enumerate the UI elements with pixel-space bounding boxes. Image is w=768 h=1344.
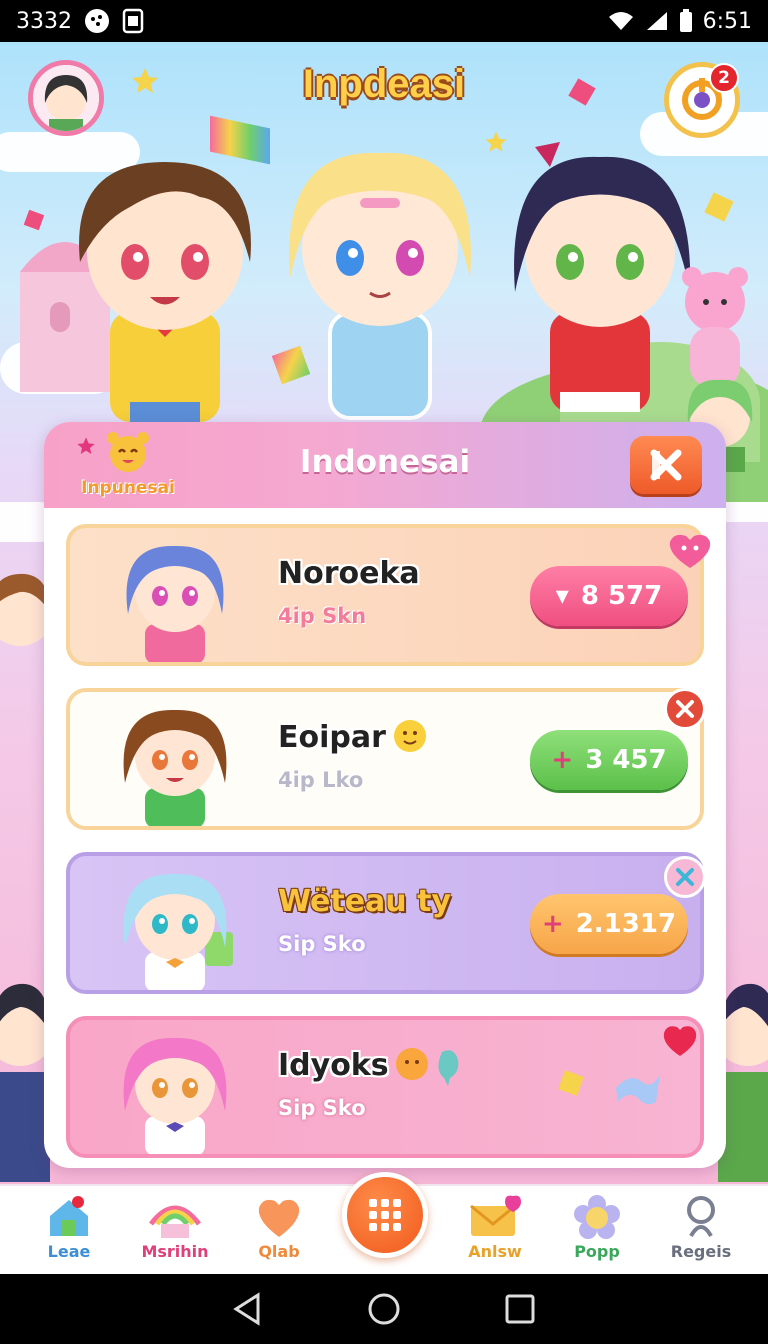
pink-heart-face-icon [669, 534, 711, 568]
nav-item-home[interactable]: Leae [24, 1192, 114, 1261]
panel-logo-text: Inpunesai [81, 478, 175, 498]
nav-label: Regeis [670, 1242, 732, 1261]
list-item[interactable]: Noroeka 4ip Skn ▾ 8 577 [66, 524, 711, 666]
card-subtitle: Sip Sko [278, 1096, 366, 1120]
side-character [0, 573, 50, 646]
character-portrait [123, 1037, 227, 1154]
list-item[interactable]: Eoipar 4ip Lko + 3 457 [66, 688, 706, 830]
signal-icon [645, 10, 669, 32]
confetti [558, 1070, 584, 1096]
card-subtitle: Sip Sko [278, 932, 366, 956]
nav-item-mail[interactable]: Anlsw [450, 1192, 540, 1261]
status-time: 6:51 [702, 8, 752, 34]
search-icon [656, 1192, 746, 1242]
recents-icon[interactable] [502, 1291, 538, 1327]
list-item[interactable]: Wëteau ty Sip Sko + 2.1317 [66, 852, 706, 994]
app-title: Inpdeasi [302, 62, 466, 106]
score-pill[interactable]: + 2.1317 [530, 894, 688, 954]
card-name: Idyoks [278, 1048, 389, 1083]
battery-icon [679, 9, 693, 33]
system-nav-bar [0, 1274, 768, 1344]
side-character [0, 983, 50, 1182]
pill-icon: ▾ [555, 581, 569, 611]
nav-label: Qlab [258, 1242, 300, 1261]
nav-item-heart[interactable]: Qlab [234, 1192, 324, 1261]
panel-header: Inpunesai Indonesai [44, 422, 726, 508]
home-icon[interactable] [366, 1291, 402, 1327]
status-left-text: 3332 [16, 8, 72, 34]
grid-icon [369, 1199, 401, 1231]
wifi-icon [607, 10, 635, 32]
card-name: Eoipar [278, 720, 386, 755]
center-menu-button[interactable] [342, 1172, 428, 1258]
panel-title: Indonesai [299, 444, 471, 480]
emoji-stickers-icon [396, 1048, 459, 1086]
nav-item-flower[interactable]: Popp [552, 1192, 642, 1261]
nav-label: Msrihin [141, 1242, 209, 1261]
house-icon [24, 1192, 114, 1242]
status-bar: 3332 6:51 [0, 0, 768, 42]
nav-label: Leae [47, 1242, 91, 1261]
character-portrait [123, 709, 227, 826]
card-subtitle: 4ip Lko [278, 768, 364, 792]
star-icon [485, 131, 507, 152]
nav-label: Anlsw [468, 1242, 522, 1261]
character-portrait [126, 545, 224, 662]
remove-button[interactable] [664, 856, 706, 898]
rainbow-house-icon [130, 1192, 220, 1242]
game-scene: Inpdeasi 2 Inpunesai Indonesai Noroeka 4… [0, 42, 768, 1184]
character-portrait [123, 873, 233, 990]
score-value: 2.1317 [575, 909, 677, 939]
score-value: 3 457 [585, 745, 667, 775]
hero-character-boy [79, 162, 251, 432]
close-button[interactable] [630, 436, 702, 494]
bottom-nav: Leae Msrihin Qlab Anlsw Popp Regeis [0, 1172, 768, 1274]
heart-icon [234, 1192, 324, 1242]
remove-button[interactable] [664, 688, 706, 730]
notification-badge: 2 [709, 63, 739, 93]
smile-emoji-icon [394, 720, 426, 752]
pill-icon: + [551, 745, 574, 775]
sim-icon [122, 8, 144, 34]
notification-dot-icon [84, 8, 110, 34]
nav-label: Popp [574, 1242, 620, 1261]
mail-icon [450, 1192, 540, 1242]
notification-button[interactable]: 2 [664, 62, 740, 138]
card-name: Wëteau ty [278, 884, 451, 919]
ranking-panel: Inpunesai Indonesai Noroeka 4ip Skn ▾ 8 … [44, 422, 726, 1168]
back-icon[interactable] [230, 1291, 266, 1327]
nav-item-rainbow[interactable]: Msrihin [130, 1192, 220, 1261]
nav-item-search[interactable]: Regeis [656, 1192, 746, 1261]
card-subtitle: 4ip Skn [278, 604, 367, 628]
card-name: Noroeka [278, 556, 420, 591]
ribbon-icon [616, 1074, 660, 1105]
close-icon [676, 700, 694, 718]
heart-icon [663, 1026, 697, 1056]
score-pill[interactable]: ▾ 8 577 [530, 566, 688, 626]
list-item[interactable]: Idyoks Sip Sko [66, 1016, 704, 1158]
score-value: 8 577 [580, 581, 663, 611]
score-pill[interactable]: + 3 457 [530, 730, 688, 790]
close-icon [650, 449, 682, 481]
flower-face-icon [552, 1192, 642, 1242]
pill-icon: + [541, 909, 564, 939]
close-icon [676, 868, 694, 886]
hero-character-blonde [289, 152, 471, 420]
